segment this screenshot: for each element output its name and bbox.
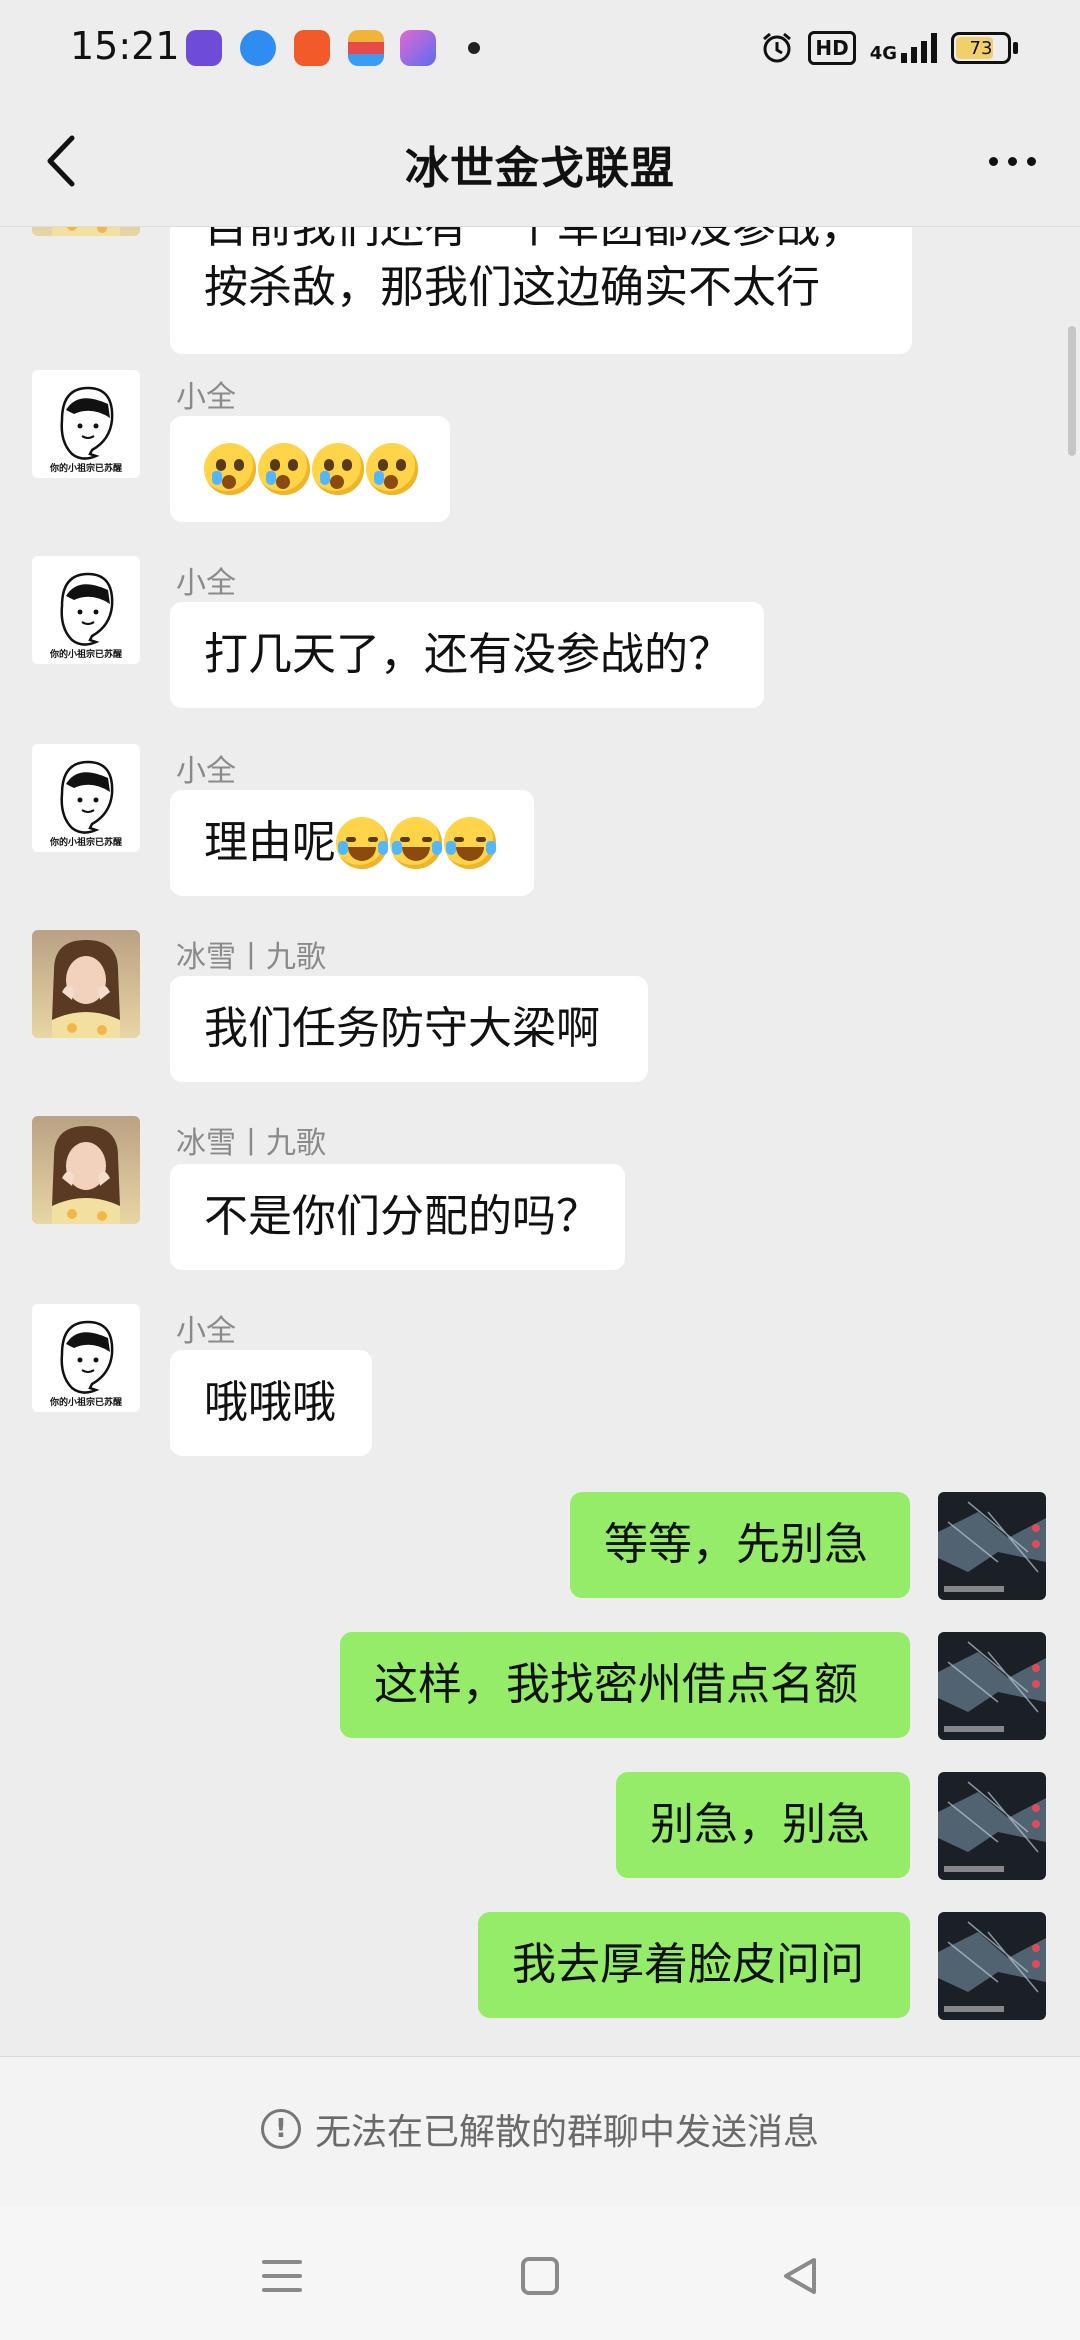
avatar[interactable]	[938, 1492, 1046, 1600]
avatar[interactable]	[32, 226, 140, 236]
message-text: 我们任务防守大梁啊	[204, 1003, 600, 1054]
signal-icon: 4G	[870, 33, 937, 63]
crying-emoji	[204, 443, 256, 495]
laugh-cry-emoji	[390, 817, 442, 869]
avatar[interactable]	[938, 1772, 1046, 1880]
alarm-icon	[763, 32, 792, 63]
battery-level: 73	[969, 37, 993, 59]
status-time: 15:21	[70, 24, 180, 68]
input-area: ! 无法在已解散的群聊中发送消息	[0, 2056, 1080, 2207]
network-type: 4G	[869, 43, 897, 64]
message-text: 理由呢	[204, 817, 336, 868]
avatar[interactable]: 你的小祖宗已苏醒	[32, 556, 140, 664]
sender-name: 小全	[176, 380, 236, 415]
blue-app-icon	[240, 30, 276, 66]
back-triangle-icon[interactable]	[770, 2246, 830, 2306]
sender-name: 小全	[176, 566, 236, 601]
svg-text:你的小祖宗已苏醒: 你的小祖宗已苏醒	[49, 836, 122, 848]
system-icons: HD 4G 73	[760, 28, 1018, 68]
avatar[interactable]	[938, 1632, 1046, 1740]
exclamation-icon: !	[260, 2109, 301, 2149]
message-bubble[interactable]: 等等，先别急	[570, 1492, 910, 1598]
laugh-cry-emoji	[336, 817, 388, 869]
message-bubble[interactable]: 哦哦哦	[170, 1350, 372, 1456]
message-text: 不是你们分配的吗？	[204, 1191, 600, 1242]
message-bubble[interactable]	[170, 416, 450, 522]
status-bar: 15:21 HD 4G 73	[0, 0, 1080, 96]
message-text: 打几天了，还有没参战的？	[204, 629, 732, 680]
message-bubble[interactable]: 理由呢	[170, 790, 534, 896]
purple-app-icon	[186, 30, 222, 66]
message-text: 哦哦哦	[204, 1377, 336, 1428]
avatar[interactable]	[32, 930, 140, 1038]
crying-emoji	[366, 443, 418, 495]
battery-icon: 73	[951, 32, 1018, 64]
message-bubble[interactable]: 我们任务防守大梁啊	[170, 976, 648, 1082]
shortcut-app-icon	[400, 30, 436, 66]
notice-text: 无法在已解散的群聊中发送消息	[314, 2112, 819, 2153]
message-text: 等等，先别急	[604, 1519, 868, 1570]
message-bubble[interactable]: 打几天了，还有没参战的？	[170, 602, 764, 708]
message-text: 我去厚着脸皮问问	[512, 1939, 864, 1990]
crying-emoji	[258, 443, 310, 495]
avatar[interactable]: 你的小祖宗已苏醒	[32, 744, 140, 852]
hd-badge: HD	[808, 31, 856, 65]
message-text: 别急，别急	[650, 1799, 870, 1850]
laugh-cry-emoji	[444, 817, 496, 869]
chat-title: 冰世金戈联盟	[405, 143, 675, 194]
chat-header: 冰世金戈联盟	[0, 96, 1080, 227]
message-bubble[interactable]: 别急，别急	[616, 1772, 910, 1878]
svg-text:你的小祖宗已苏醒: 你的小祖宗已苏醒	[49, 648, 122, 660]
message-bubble[interactable]: 这样，我找密州借点名额	[340, 1632, 910, 1738]
message-text-line: 按杀敌，那我们这边确实不太行	[204, 262, 820, 313]
avatar[interactable]: 你的小祖宗已苏醒	[32, 1304, 140, 1412]
avatar[interactable]	[938, 1912, 1046, 2020]
message-text: 这样，我找密州借点名额	[374, 1659, 858, 1710]
orange-app-icon	[294, 30, 330, 66]
wallet-app-icon	[348, 30, 384, 66]
message-text-line: 目前我们还有一个军团都没参战，	[204, 226, 864, 253]
svg-text:你的小祖宗已苏醒: 你的小祖宗已苏醒	[49, 462, 122, 474]
message-bubble[interactable]: 目前我们还有一个军团都没参战， 按杀敌，那我们这边确实不太行	[170, 226, 912, 354]
scrollbar[interactable]	[1068, 326, 1076, 456]
message-bubble[interactable]: 我去厚着脸皮问问	[478, 1912, 910, 2018]
more-button[interactable]	[972, 126, 1052, 196]
sender-name: 冰雪丨九歌	[176, 940, 326, 975]
avatar[interactable]	[32, 1116, 140, 1224]
sender-name: 小全	[176, 1314, 236, 1349]
avatar[interactable]: 你的小祖宗已苏醒	[32, 370, 140, 478]
crying-emoji	[312, 443, 364, 495]
sender-name: 冰雪丨九歌	[176, 1126, 326, 1161]
system-nav-bar	[0, 2206, 1080, 2340]
home-square-icon[interactable]	[510, 2246, 570, 2306]
menu-icon[interactable]	[252, 2246, 312, 2306]
svg-text:你的小祖宗已苏醒: 你的小祖宗已苏醒	[49, 1396, 122, 1408]
sender-name: 小全	[176, 754, 236, 789]
more-notifications-dot	[468, 42, 480, 54]
more-dots-icon	[988, 156, 998, 166]
disbanded-notice: ! 无法在已解散的群聊中发送消息	[0, 2103, 1080, 2155]
message-list[interactable]: 目前我们还有一个军团都没参战， 按杀敌，那我们这边确实不太行 你的小祖宗已苏醒 小全你…	[0, 226, 1080, 2056]
message-bubble[interactable]: 不是你们分配的吗？	[170, 1164, 625, 1270]
